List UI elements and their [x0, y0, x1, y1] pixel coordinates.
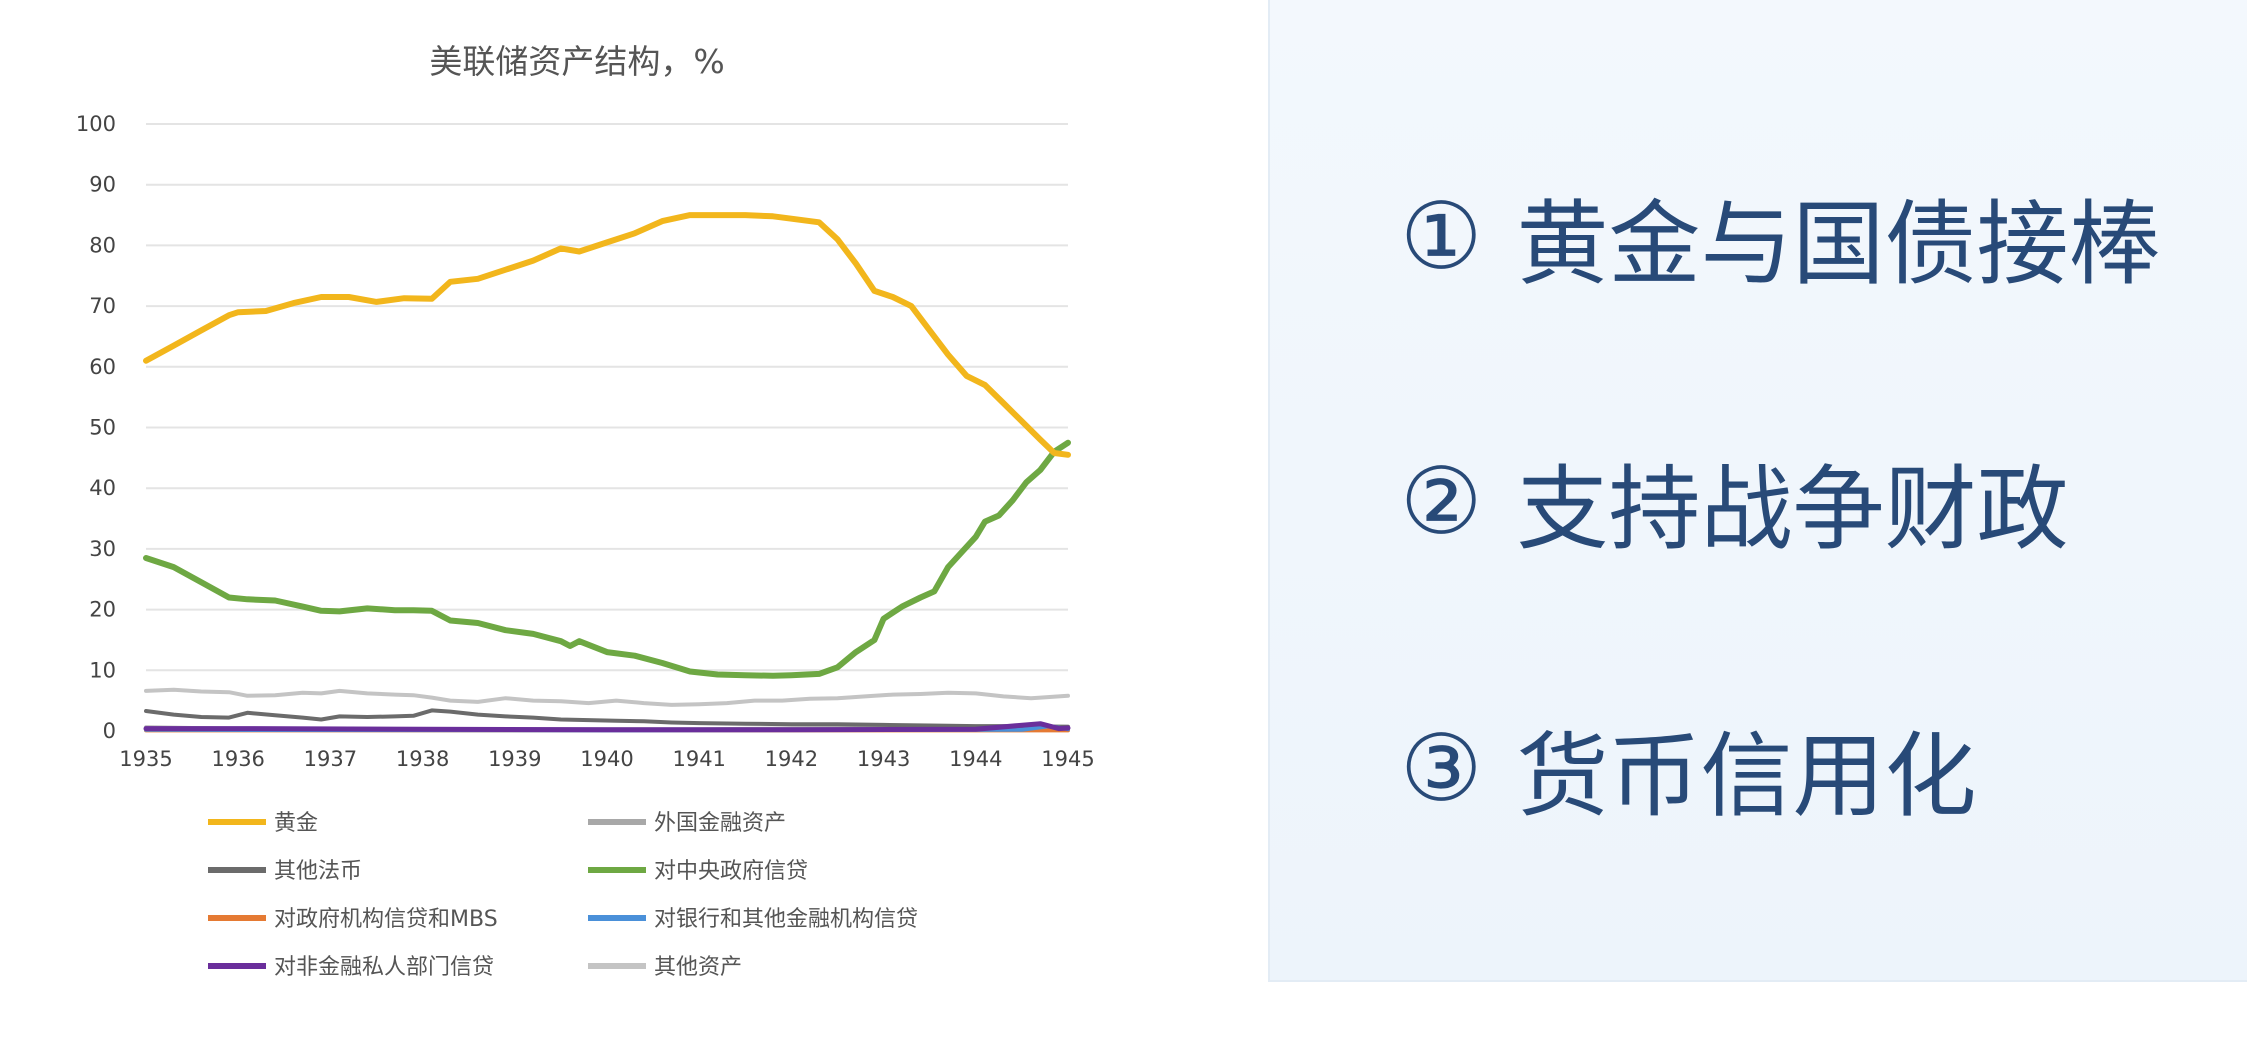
- point-1: ① 黄金与国债接棒: [1400, 170, 2161, 303]
- y-tick-label-70: 70: [89, 294, 116, 318]
- y-tick-label-30: 30: [89, 537, 116, 561]
- legend-label-6: 对银行和其他金融机构信贷: [654, 907, 918, 932]
- series-line-8: [144, 687, 1070, 707]
- x-tick-label-1943: 1943: [857, 747, 910, 771]
- point-1-text: 黄金与国债接棒: [1516, 191, 2161, 298]
- chart-area: 美联储资产结构，% 0 10 20 30 40 50 60 70 80 90 100 1935 1936 1…: [0, 0, 1240, 1054]
- asset-structure-chart: 美联储资产结构，% 0 10 20 30 40 50 60 70 80 90 100 1935 1936 1…: [76, 42, 1095, 980]
- series-line-4: [143, 439, 1071, 679]
- series-line-1: [143, 212, 1071, 458]
- y-tick-label-50: 50: [89, 416, 116, 440]
- legend-label-7: 对非金融私人部门信贷: [274, 955, 494, 980]
- y-tick-label-10: 10: [89, 658, 116, 682]
- legend-label-1: 黄金: [274, 811, 318, 836]
- x-tick-label-1938: 1938: [396, 747, 449, 771]
- x-tick-label-1942: 1942: [765, 747, 818, 771]
- point-3-text: 货币信用化: [1516, 723, 1977, 830]
- y-tick-label-90: 90: [89, 173, 116, 197]
- x-tick-label-1941: 1941: [672, 747, 725, 771]
- y-tick-label-80: 80: [89, 233, 116, 257]
- legend-label-5: 对政府机构信贷和MBS: [274, 907, 498, 932]
- legend-label-2: 外国金融资产: [654, 811, 786, 836]
- legend-label-8: 其他资产: [654, 955, 742, 980]
- point-1-number: ①: [1400, 183, 1483, 290]
- point-2-text: 支持战争财政: [1516, 456, 2069, 563]
- point-3-number: ③: [1400, 715, 1483, 822]
- x-tick-label-1945: 1945: [1041, 747, 1094, 771]
- y-tick-label-100: 100: [76, 112, 116, 136]
- x-tick-label-1935: 1935: [119, 747, 172, 771]
- chart-title: 美联储资产结构，%: [429, 42, 724, 81]
- y-tick-label-0: 0: [103, 719, 116, 743]
- legend-label-3: 其他法币: [274, 859, 362, 884]
- side-panel: ① 黄金与国债接棒 ② 支持战争财政 ③ 货币信用化: [1268, 0, 2247, 982]
- point-3: ③ 货币信用化: [1400, 702, 1977, 835]
- y-tick-label-40: 40: [89, 476, 116, 500]
- point-2-number: ②: [1400, 448, 1483, 555]
- x-tick-label-1944: 1944: [949, 747, 1002, 771]
- y-tick-label-20: 20: [89, 598, 116, 622]
- x-tick-label-1936: 1936: [211, 747, 264, 771]
- series-line-3: [144, 708, 1070, 729]
- x-tick-label-1939: 1939: [488, 747, 541, 771]
- x-tick-label-1940: 1940: [580, 747, 633, 771]
- legend-label-4: 对中央政府信贷: [654, 859, 808, 884]
- y-tick-label-60: 60: [89, 355, 116, 379]
- x-tick-label-1937: 1937: [304, 747, 357, 771]
- point-2: ② 支持战争财政: [1400, 435, 2069, 568]
